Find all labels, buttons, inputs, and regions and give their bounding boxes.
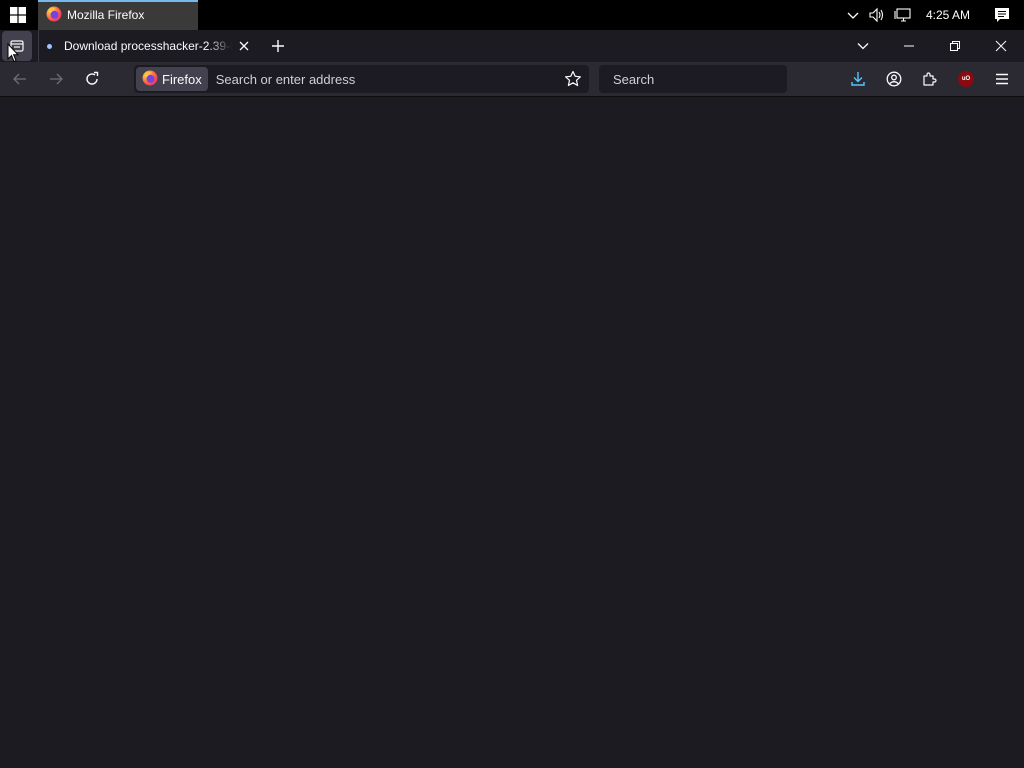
bookmark-star-button[interactable] <box>559 66 587 92</box>
window-controls <box>840 30 1024 62</box>
reload-button[interactable] <box>76 63 108 95</box>
new-tab-button[interactable] <box>264 32 292 60</box>
downloads-button[interactable] <box>842 63 874 95</box>
notifications-icon <box>995 8 1009 22</box>
tab-download[interactable]: Download processhacker-2.39-bin.zip <box>38 30 256 62</box>
windows-start-icon <box>10 7 26 23</box>
tab-loading-dot <box>47 43 52 49</box>
mouse-cursor-icon <box>7 43 19 63</box>
identity-box[interactable]: Firefox <box>136 67 208 91</box>
hamburger-menu-icon <box>996 73 1008 85</box>
action-center-button[interactable] <box>980 0 1024 30</box>
page-content[interactable] <box>0 97 1024 768</box>
firefox-logo-icon <box>142 70 158 89</box>
minimize-button[interactable] <box>886 30 932 62</box>
search-bar[interactable] <box>599 65 791 93</box>
ublock-origin-icon: uO <box>958 71 974 87</box>
account-button[interactable] <box>878 63 910 95</box>
download-icon <box>851 72 865 86</box>
list-all-tabs-button[interactable] <box>840 30 886 62</box>
restore-button[interactable] <box>932 30 978 62</box>
chevron-down-icon <box>857 43 869 50</box>
plus-icon <box>272 40 284 52</box>
chevron-up-icon <box>847 12 859 19</box>
close-icon <box>239 41 249 51</box>
navigation-toolbar: Firefox uO <box>0 62 1024 97</box>
restore-icon <box>950 41 960 51</box>
taskbar-item-label: Mozilla Firefox <box>67 8 145 22</box>
firefox-logo-icon <box>46 6 62 25</box>
close-window-button[interactable] <box>978 30 1024 62</box>
url-input[interactable] <box>207 66 559 92</box>
tray-overflow-button[interactable] <box>842 0 864 30</box>
search-input[interactable] <box>607 70 791 88</box>
forward-button[interactable] <box>40 63 72 95</box>
volume-icon <box>869 7 884 23</box>
account-icon <box>886 71 902 87</box>
ublock-origin-button[interactable]: uO <box>950 63 982 95</box>
application-menu-button[interactable] <box>986 63 1018 95</box>
arrow-right-icon <box>50 73 63 85</box>
reload-icon <box>86 71 99 85</box>
back-button[interactable] <box>4 63 36 95</box>
taskbar-clock[interactable]: 4:25 AM <box>916 8 980 22</box>
extensions-button[interactable] <box>914 63 946 95</box>
close-icon <box>995 40 1007 52</box>
puzzle-icon <box>923 72 937 86</box>
address-bar[interactable]: Firefox <box>134 65 589 93</box>
tab-strip: Download processhacker-2.39-bin.zip <box>0 30 1024 62</box>
network-icon <box>894 8 911 22</box>
network-button[interactable] <box>890 0 916 30</box>
star-icon <box>565 70 581 87</box>
taskbar-firefox-item[interactable]: Mozilla Firefox <box>38 0 198 30</box>
identity-label: Firefox <box>162 71 202 87</box>
windows-start-button[interactable] <box>0 0 36 30</box>
tab-close-button[interactable] <box>234 36 254 56</box>
windows-taskbar: Mozilla Firefox 4:25 AM <box>0 0 1024 30</box>
tab-title: Download processhacker-2.39-bin.zip <box>64 39 232 53</box>
arrow-left-icon <box>13 73 26 85</box>
toolbar-right-group: uO <box>838 63 1018 95</box>
minimize-icon <box>904 45 914 47</box>
volume-button[interactable] <box>864 0 890 30</box>
system-tray: 4:25 AM <box>842 0 1024 30</box>
